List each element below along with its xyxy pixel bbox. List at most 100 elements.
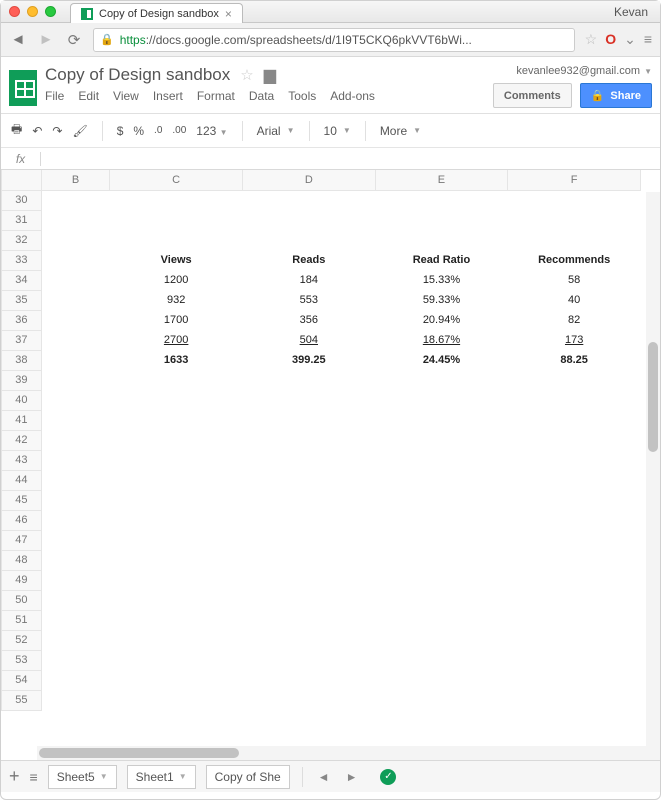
row-header[interactable]: 33 bbox=[2, 250, 42, 270]
cell[interactable] bbox=[508, 650, 641, 670]
undo-icon[interactable]: ↶ bbox=[32, 124, 42, 138]
cell[interactable] bbox=[41, 230, 110, 250]
close-window-button[interactable] bbox=[9, 6, 20, 17]
cell[interactable] bbox=[41, 570, 110, 590]
vertical-scroll-thumb[interactable] bbox=[648, 342, 658, 452]
move-folder-icon[interactable]: ▆ bbox=[264, 65, 276, 85]
cell[interactable] bbox=[41, 450, 110, 470]
cell[interactable] bbox=[242, 450, 375, 470]
cell[interactable] bbox=[375, 690, 508, 710]
cell[interactable] bbox=[110, 690, 243, 710]
cell[interactable] bbox=[41, 290, 110, 310]
cell[interactable] bbox=[110, 230, 243, 250]
zoom-window-button[interactable] bbox=[45, 6, 56, 17]
cell[interactable] bbox=[41, 590, 110, 610]
cell[interactable] bbox=[508, 510, 641, 530]
menu-view[interactable]: View bbox=[113, 89, 139, 103]
sheet-tab[interactable]: Sheet5▼ bbox=[48, 765, 117, 789]
menu-addons[interactable]: Add-ons bbox=[330, 89, 375, 103]
cell[interactable]: 553 bbox=[242, 290, 375, 310]
percent-button[interactable]: % bbox=[133, 124, 144, 138]
cell[interactable] bbox=[375, 430, 508, 450]
column-header-E[interactable]: E bbox=[375, 170, 508, 190]
row-header[interactable]: 31 bbox=[2, 210, 42, 230]
font-size-select[interactable]: 10 bbox=[324, 124, 337, 138]
sheets-logo-icon[interactable] bbox=[1, 63, 45, 113]
row-header[interactable]: 39 bbox=[2, 370, 42, 390]
row-header[interactable]: 55 bbox=[2, 690, 42, 710]
cell[interactable] bbox=[375, 630, 508, 650]
cell[interactable] bbox=[242, 430, 375, 450]
increase-decimal-button[interactable]: .00 bbox=[172, 125, 186, 136]
row-header[interactable]: 51 bbox=[2, 610, 42, 630]
font-family-select[interactable]: Arial bbox=[257, 124, 281, 138]
row-header[interactable]: 44 bbox=[2, 470, 42, 490]
extension-icon[interactable]: O bbox=[605, 31, 616, 48]
cell[interactable] bbox=[41, 690, 110, 710]
row-header[interactable]: 50 bbox=[2, 590, 42, 610]
cell[interactable] bbox=[110, 430, 243, 450]
cell[interactable] bbox=[375, 590, 508, 610]
cell[interactable] bbox=[110, 190, 243, 210]
explore-button[interactable]: ✓ bbox=[380, 769, 396, 785]
cell[interactable]: 40 bbox=[508, 290, 641, 310]
cell[interactable] bbox=[110, 610, 243, 630]
select-all-corner[interactable] bbox=[2, 170, 42, 190]
all-sheets-button[interactable]: ≡ bbox=[30, 769, 38, 785]
cell[interactable] bbox=[508, 390, 641, 410]
cell[interactable]: 184 bbox=[242, 270, 375, 290]
menu-edit[interactable]: Edit bbox=[78, 89, 99, 103]
cell[interactable]: 2700 bbox=[110, 330, 243, 350]
cell[interactable]: Read Ratio bbox=[375, 250, 508, 270]
cell[interactable] bbox=[41, 510, 110, 530]
row-header[interactable]: 43 bbox=[2, 450, 42, 470]
row-header[interactable]: 52 bbox=[2, 630, 42, 650]
cell[interactable] bbox=[41, 630, 110, 650]
row-header[interactable]: 30 bbox=[2, 190, 42, 210]
cell[interactable] bbox=[41, 670, 110, 690]
cell[interactable] bbox=[508, 210, 641, 230]
row-header[interactable]: 36 bbox=[2, 310, 42, 330]
cell[interactable] bbox=[375, 370, 508, 390]
share-button[interactable]: 🔒 Share bbox=[580, 83, 652, 108]
cell[interactable] bbox=[508, 190, 641, 210]
row-header[interactable]: 47 bbox=[2, 530, 42, 550]
cell[interactable] bbox=[375, 550, 508, 570]
cell[interactable] bbox=[508, 690, 641, 710]
row-header[interactable]: 49 bbox=[2, 570, 42, 590]
cell[interactable] bbox=[41, 350, 110, 370]
cell[interactable] bbox=[508, 630, 641, 650]
cell[interactable] bbox=[242, 490, 375, 510]
cell[interactable] bbox=[242, 610, 375, 630]
cell[interactable] bbox=[242, 690, 375, 710]
cell[interactable] bbox=[41, 610, 110, 630]
cell[interactable] bbox=[110, 650, 243, 670]
cell[interactable] bbox=[110, 450, 243, 470]
cell[interactable] bbox=[41, 250, 110, 270]
cell[interactable] bbox=[41, 490, 110, 510]
row-header[interactable]: 41 bbox=[2, 410, 42, 430]
document-title[interactable]: Copy of Design sandbox bbox=[45, 65, 230, 85]
cell[interactable]: 59.33% bbox=[375, 290, 508, 310]
reload-button[interactable]: ⟳ bbox=[65, 31, 83, 49]
cell[interactable]: 356 bbox=[242, 310, 375, 330]
cell[interactable] bbox=[41, 470, 110, 490]
spreadsheet-grid[interactable]: B C D E F 30313233ViewsReadsRead RatioRe… bbox=[1, 170, 660, 760]
scroll-tabs-right-button[interactable]: ► bbox=[343, 770, 361, 784]
cell[interactable] bbox=[375, 510, 508, 530]
cell[interactable] bbox=[41, 330, 110, 350]
print-icon[interactable]: 🖶 bbox=[11, 120, 22, 141]
cell[interactable]: 399.25 bbox=[242, 350, 375, 370]
cell[interactable] bbox=[375, 670, 508, 690]
cell[interactable] bbox=[110, 490, 243, 510]
cell[interactable] bbox=[375, 470, 508, 490]
cell[interactable] bbox=[110, 590, 243, 610]
cell[interactable] bbox=[242, 390, 375, 410]
row-header[interactable]: 35 bbox=[2, 290, 42, 310]
browser-tab[interactable]: Copy of Design sandbox × bbox=[70, 3, 243, 23]
cell[interactable] bbox=[110, 510, 243, 530]
cell[interactable] bbox=[508, 470, 641, 490]
pocket-icon[interactable]: ⌄ bbox=[624, 31, 636, 48]
cell[interactable] bbox=[41, 270, 110, 290]
cell[interactable] bbox=[375, 230, 508, 250]
